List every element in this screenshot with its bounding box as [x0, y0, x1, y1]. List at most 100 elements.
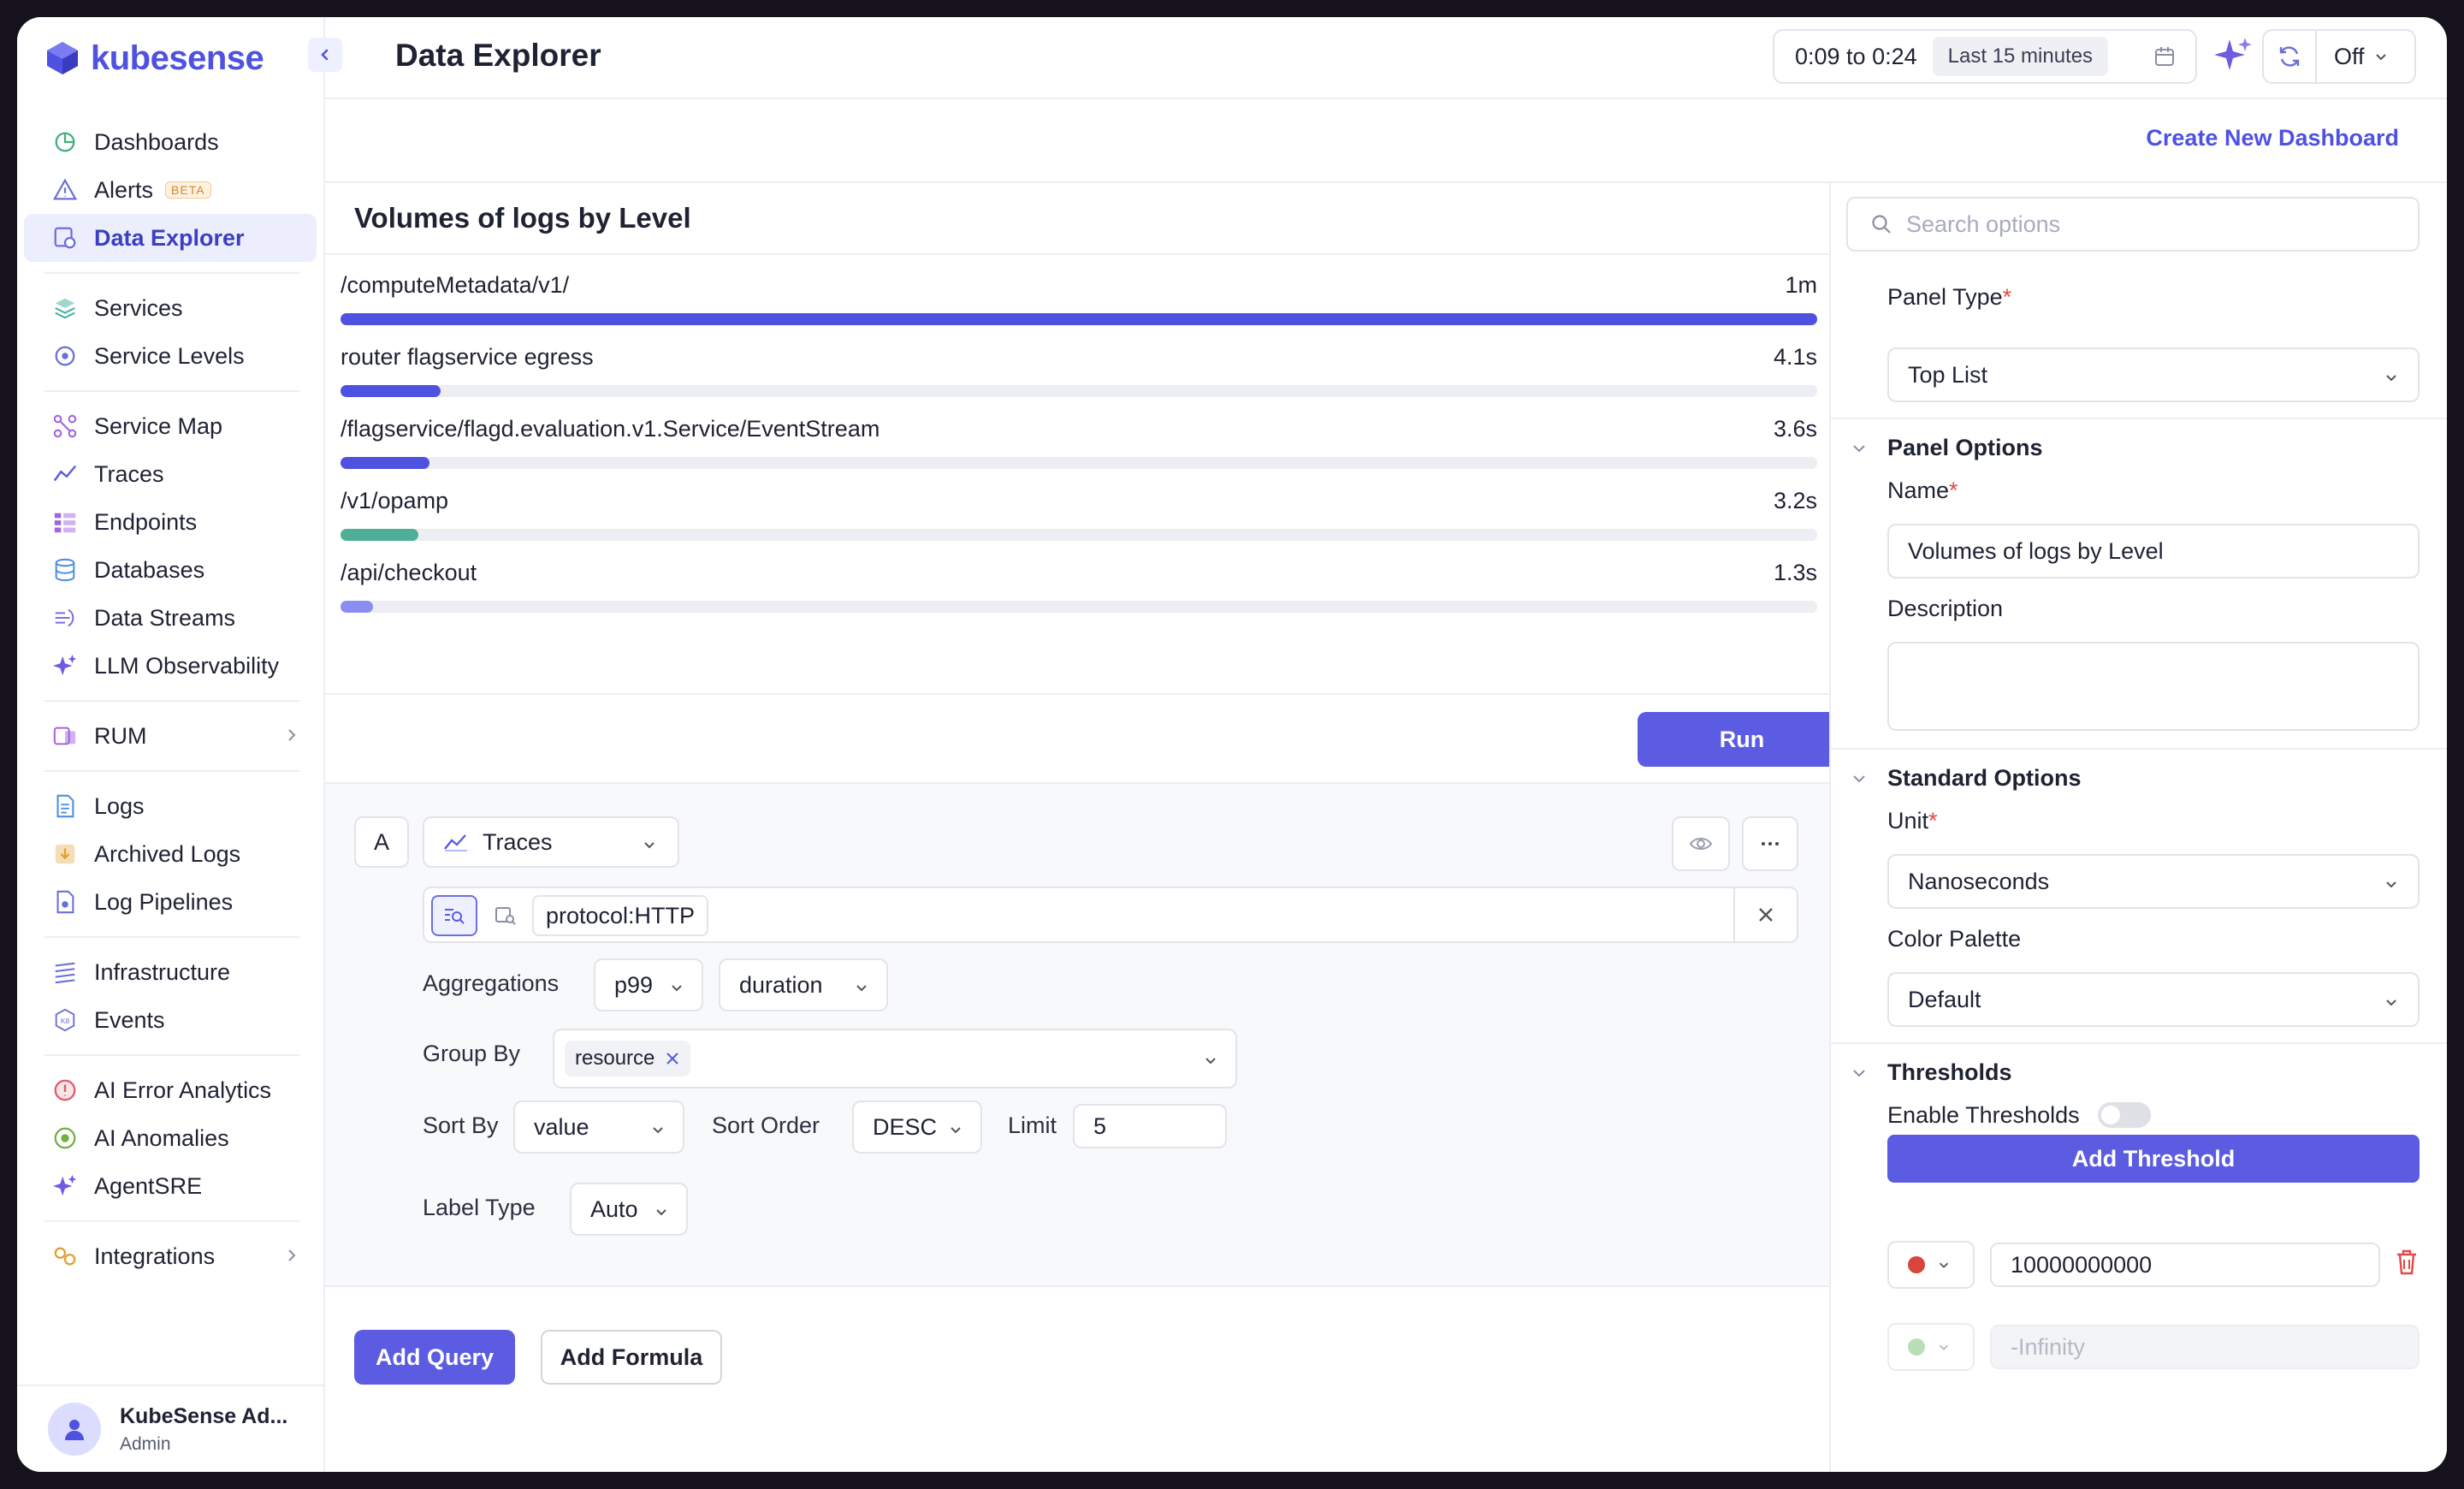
query-letter[interactable]: A: [354, 816, 409, 868]
sort-by-select[interactable]: value: [513, 1100, 684, 1154]
sort-order-select[interactable]: DESC: [852, 1100, 982, 1154]
remove-chip-icon[interactable]: [665, 1051, 680, 1066]
sidebar-item-logs[interactable]: Logs: [24, 782, 317, 830]
log-pipelines-icon: [51, 888, 79, 916]
collapse-sidebar-button[interactable]: [308, 38, 342, 72]
color-palette-select[interactable]: Default: [1887, 972, 2420, 1027]
toggle-visibility-button[interactable]: [1672, 816, 1730, 871]
panel-name-input[interactable]: Volumes of logs by Level: [1887, 524, 2420, 578]
sidebar-item-data-streams[interactable]: Data Streams: [24, 594, 317, 642]
panel-options-section[interactable]: Panel Options: [1848, 435, 2043, 461]
sidebar-item-alerts[interactable]: Alerts BETA: [24, 166, 317, 214]
clear-filter-button[interactable]: [1733, 888, 1797, 941]
divider: [1831, 418, 2447, 419]
sidebar-item-label: Events: [94, 1006, 165, 1033]
user-profile[interactable]: KubeSense Ad... Admin: [17, 1385, 323, 1472]
sidebar-item-events[interactable]: K8 Events: [24, 996, 317, 1044]
sidebar-item-endpoints[interactable]: Endpoints: [24, 498, 317, 546]
sidebar-item-services[interactable]: Services: [24, 284, 317, 332]
svg-text:K8: K8: [61, 1017, 70, 1025]
sidebar-item-archived-logs[interactable]: Archived Logs: [24, 830, 317, 878]
group-by-chip[interactable]: resource: [565, 1041, 691, 1077]
service-map-icon: [53, 414, 77, 438]
top-list-row[interactable]: /api/checkout 1.3s: [341, 560, 1817, 632]
run-button[interactable]: Run: [1638, 712, 1846, 767]
green-color-dot: [1908, 1338, 1925, 1356]
data-explorer-icon: [54, 227, 76, 249]
sidebar-item-traces[interactable]: Traces: [24, 450, 317, 498]
enable-thresholds-label: Enable Thresholds: [1887, 1102, 2080, 1128]
sidebar-item-agentsre[interactable]: AgentSRE: [24, 1162, 317, 1210]
bar-fill: [341, 457, 429, 469]
filter-bar[interactable]: protocol:HTTP: [423, 887, 1798, 943]
search-mode-button[interactable]: [431, 895, 477, 936]
top-list-row[interactable]: /computeMetadata/v1/ 1m: [341, 272, 1817, 344]
description-textarea[interactable]: [1887, 642, 2420, 731]
threshold-value-input[interactable]: 10000000000: [1990, 1243, 2380, 1287]
thresholds-section[interactable]: Thresholds: [1848, 1059, 2012, 1086]
ai-sparkle-icon[interactable]: [2212, 34, 2255, 77]
standard-options-section[interactable]: Standard Options: [1848, 765, 2082, 792]
more-options-button[interactable]: [1742, 816, 1798, 871]
bar-fill: [341, 313, 1817, 325]
limit-input[interactable]: 5: [1073, 1104, 1227, 1148]
data-source-value: Traces: [483, 828, 553, 855]
sidebar-item-label: Databases: [94, 556, 205, 583]
data-explorer-icon: [51, 224, 79, 252]
label-type-select[interactable]: Auto: [570, 1183, 688, 1236]
add-query-button[interactable]: Add Query: [354, 1330, 515, 1385]
eye-icon: [1689, 838, 1713, 850]
search-options-input[interactable]: Search options: [1846, 197, 2420, 252]
chevron-down-icon: [1939, 1344, 1949, 1350]
rum-icon: [51, 722, 79, 750]
sidebar-item-llm-observability[interactable]: LLM Observability: [24, 642, 317, 690]
trash-icon[interactable]: [2394, 1248, 2420, 1277]
sidebar-item-service-map[interactable]: Service Map: [24, 402, 317, 450]
aggregation-function-select[interactable]: p99: [594, 958, 703, 1011]
create-new-dashboard-link[interactable]: Create New Dashboard: [2146, 125, 2399, 151]
sidebar-item-databases[interactable]: Databases: [24, 546, 317, 594]
aggregation-field-select[interactable]: duration: [719, 958, 888, 1011]
group-by-select[interactable]: resource: [553, 1029, 1237, 1089]
enable-thresholds-toggle[interactable]: [2098, 1102, 2151, 1128]
refresh-button[interactable]: [2264, 31, 2317, 82]
row-label: /flagservice/flagd.evaluation.v1.Service…: [341, 416, 880, 442]
sidebar-item-service-levels[interactable]: Service Levels: [24, 332, 317, 380]
threshold-color-select[interactable]: [1887, 1241, 1975, 1289]
row-value: 3.6s: [1773, 416, 1817, 442]
sidebar-item-log-pipelines[interactable]: Log Pipelines: [24, 878, 317, 926]
sidebar-item-ai-anomalies[interactable]: AI Anomalies: [24, 1114, 317, 1162]
time-range-picker[interactable]: 0:09 to 0:24 Last 15 minutes: [1773, 29, 2197, 84]
add-threshold-button[interactable]: Add Threshold: [1887, 1135, 2420, 1183]
top-list-row[interactable]: /v1/opamp 3.2s: [341, 488, 1817, 560]
group-by-chip-label: resource: [575, 1047, 655, 1070]
brand-logo[interactable]: kubesense: [44, 38, 264, 79]
log-pipelines-icon: [56, 890, 74, 914]
sidebar-item-label: Data Streams: [94, 604, 236, 631]
data-source-select[interactable]: Traces: [423, 816, 679, 868]
sidebar-item-integrations[interactable]: Integrations: [24, 1232, 317, 1280]
sidebar-divider: [44, 770, 299, 772]
filter-chip[interactable]: protocol:HTTP: [532, 895, 709, 936]
time-range-preset[interactable]: Last 15 minutes: [1932, 37, 2109, 76]
auto-refresh-control[interactable]: Off: [2262, 29, 2416, 84]
threshold-color-select[interactable]: [1887, 1323, 1975, 1371]
unit-select[interactable]: Nanoseconds: [1887, 854, 2420, 909]
sidebar-item-label: Logs: [94, 792, 145, 819]
row-label: /api/checkout: [341, 560, 477, 585]
sidebar-item-dashboards[interactable]: Dashboards: [24, 118, 317, 166]
chevron-down-icon: [2386, 881, 2396, 888]
sidebar-item-rum[interactable]: RUM: [24, 712, 317, 760]
chevron-down-icon: [1853, 774, 1865, 782]
sidebar-item-infrastructure[interactable]: Infrastructure: [24, 948, 317, 996]
sidebar-divider: [44, 700, 299, 702]
add-formula-button[interactable]: Add Formula: [541, 1330, 722, 1385]
sidebar-item-ai-error-analytics[interactable]: AI Error Analytics: [24, 1066, 317, 1114]
chevron-down-icon: [2375, 54, 2386, 61]
builder-mode-button[interactable]: [483, 895, 529, 936]
user-name: KubeSense Ad...: [120, 1403, 288, 1428]
top-list-row[interactable]: router flagservice egress 4.1s: [341, 344, 1817, 416]
top-list-row[interactable]: /flagservice/flagd.evaluation.v1.Service…: [341, 416, 1817, 488]
panel-type-select[interactable]: Top List: [1887, 347, 2420, 402]
sidebar-item-data-explorer[interactable]: Data Explorer: [24, 214, 317, 262]
